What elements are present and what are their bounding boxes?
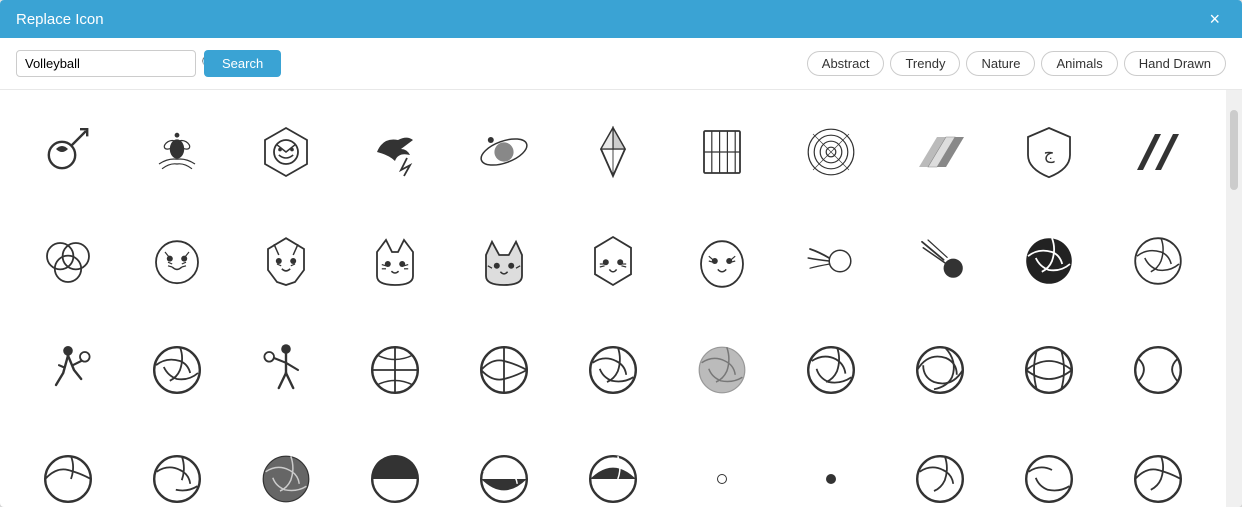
- search-input[interactable]: [25, 56, 201, 71]
- icon-cell[interactable]: [125, 427, 230, 507]
- scrollbar[interactable]: [1226, 90, 1242, 507]
- pagination-filled-cell: [778, 427, 883, 507]
- icon-cell[interactable]: [996, 209, 1101, 314]
- icon-cell[interactable]: [16, 100, 121, 205]
- filter-animals[interactable]: Animals: [1041, 51, 1117, 76]
- icon-cell[interactable]: [343, 209, 448, 314]
- icon-cell[interactable]: [125, 100, 230, 205]
- icon-cell[interactable]: [887, 100, 992, 205]
- filter-trendy[interactable]: Trendy: [890, 51, 960, 76]
- icon-cell[interactable]: [1105, 100, 1210, 205]
- modal-body: ج: [0, 90, 1242, 507]
- icon-cell[interactable]: [234, 427, 339, 507]
- icon-cell[interactable]: [452, 100, 557, 205]
- filter-nature[interactable]: Nature: [966, 51, 1035, 76]
- icon-cell[interactable]: [343, 318, 448, 423]
- icon-cell[interactable]: [1105, 209, 1210, 314]
- scrollbar-thumb[interactable]: [1230, 110, 1238, 190]
- icon-cell[interactable]: [887, 427, 992, 507]
- icon-cell[interactable]: [561, 100, 666, 205]
- icon-cell[interactable]: [16, 209, 121, 314]
- icon-cell[interactable]: [16, 427, 121, 507]
- icon-cell[interactable]: [561, 427, 666, 507]
- icon-cell[interactable]: [670, 209, 775, 314]
- icon-cell[interactable]: [234, 209, 339, 314]
- icon-cell[interactable]: [887, 318, 992, 423]
- pagination-dot-filled: [826, 474, 836, 484]
- icon-grid: ج: [16, 100, 1210, 507]
- icon-cell[interactable]: [561, 209, 666, 314]
- modal-header: Replace Icon ×: [0, 0, 1242, 38]
- search-button[interactable]: Search: [204, 50, 281, 77]
- search-wrapper: 🔍: [16, 50, 196, 77]
- icon-cell[interactable]: ج: [996, 100, 1101, 205]
- icon-cell[interactable]: [778, 209, 883, 314]
- icon-cell[interactable]: [452, 209, 557, 314]
- icon-cell[interactable]: [996, 318, 1101, 423]
- icon-cell[interactable]: [452, 318, 557, 423]
- icon-cell[interactable]: [778, 318, 883, 423]
- toolbar: 🔍 Search Abstract Trendy Nature Animals …: [0, 38, 1242, 90]
- icon-cell[interactable]: [1105, 427, 1210, 507]
- icon-cell[interactable]: [778, 100, 883, 205]
- replace-icon-modal: Replace Icon × 🔍 Search Abstract Trendy …: [0, 0, 1242, 507]
- icon-cell[interactable]: [670, 318, 775, 423]
- icon-cell[interactable]: [234, 100, 339, 205]
- close-button[interactable]: ×: [1203, 8, 1226, 30]
- icon-cell[interactable]: [125, 209, 230, 314]
- icon-cell[interactable]: [887, 209, 992, 314]
- modal-title: Replace Icon: [16, 11, 104, 28]
- icon-cell[interactable]: [343, 100, 448, 205]
- icon-cell[interactable]: [561, 318, 666, 423]
- icon-cell[interactable]: [996, 427, 1101, 507]
- pagination-empty-cell: [670, 427, 775, 507]
- icon-cell[interactable]: [125, 318, 230, 423]
- filter-hand-drawn[interactable]: Hand Drawn: [1124, 51, 1226, 76]
- icon-cell[interactable]: [670, 100, 775, 205]
- icon-cell[interactable]: [452, 427, 557, 507]
- icon-cell[interactable]: [234, 318, 339, 423]
- icon-cell[interactable]: [16, 318, 121, 423]
- pagination-dot-empty: [717, 474, 727, 484]
- icon-cell[interactable]: [343, 427, 448, 507]
- filter-abstract[interactable]: Abstract: [807, 51, 885, 76]
- filter-tags: Abstract Trendy Nature Animals Hand Draw…: [807, 51, 1226, 76]
- icon-cell[interactable]: [1105, 318, 1210, 423]
- icon-grid-container[interactable]: ج: [0, 90, 1226, 507]
- svg-text:ج: ج: [1043, 145, 1054, 165]
